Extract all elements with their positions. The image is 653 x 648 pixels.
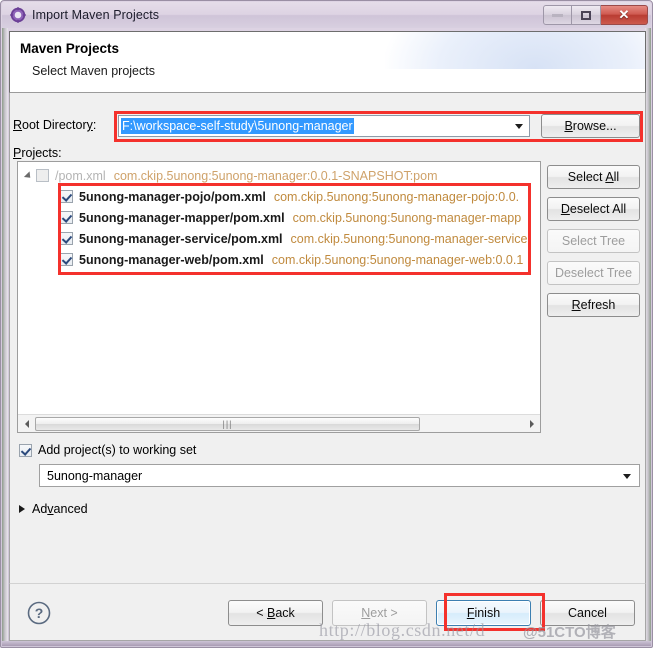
working-set-checkbox-row[interactable]: Add project(s) to working set: [19, 443, 196, 457]
tree-action-buttons: Select All Deselect All Select Tree Dese…: [547, 165, 640, 325]
cancel-button-label: Cancel: [568, 606, 607, 620]
projects-label: Projects:: [13, 146, 62, 160]
project-coordinates: com.ckip.5unong:5unong-manager-web:0.0.1: [271, 252, 524, 267]
close-icon: ✕: [618, 7, 630, 22]
root-directory-label: Root Directory:: [13, 118, 97, 132]
row-checkbox[interactable]: [60, 190, 73, 203]
table-row[interactable]: 5unong-manager-service/pom.xml com.ckip.…: [18, 228, 540, 249]
project-name: 5unong-manager-web/pom.xml: [79, 252, 264, 267]
project-coordinates: com.ckip.5unong:5unong-manager-pojo:0.0.: [273, 189, 520, 204]
scrollbar-grip: |||: [222, 418, 233, 429]
table-row[interactable]: 5unong-manager-pojo/pom.xml com.ckip.5un…: [18, 186, 540, 207]
dialog-button-bar: ? < Back Next > Finish Cancel: [9, 583, 646, 641]
working-set-value: 5unong-manager: [47, 468, 143, 483]
deselect-all-button[interactable]: Deselect All: [547, 197, 640, 221]
select-tree-label: Select Tree: [561, 234, 626, 248]
finish-button[interactable]: Finish: [436, 600, 531, 626]
restore-icon: [581, 10, 591, 20]
project-name: 5unong-manager-service/pom.xml: [79, 231, 283, 246]
deselect-all-label: Deselect All: [560, 202, 627, 216]
select-tree-button: Select Tree: [547, 229, 640, 253]
working-set-checkbox[interactable]: [19, 443, 32, 457]
chevron-down-icon[interactable]: [515, 124, 523, 129]
window-frame-bottom: [2, 641, 651, 646]
minimize-icon: [552, 13, 563, 17]
projects-tree[interactable]: /pom.xml com.ckip.5unong:5unong-manager:…: [17, 161, 541, 433]
scroll-right-icon[interactable]: [523, 416, 540, 432]
table-row[interactable]: 5unong-manager-web/pom.xml com.ckip.5uno…: [18, 249, 540, 270]
root-directory-value: F:\workspace-self-study\5unong-manager: [121, 118, 354, 134]
project-coordinates: com.ckip.5unong:5unong-manager:0.0.1-SNA…: [113, 168, 438, 183]
advanced-label: Advanced: [32, 502, 88, 516]
project-coordinates: com.ckip.5unong:5unong-manager-mapp: [292, 210, 522, 225]
advanced-expander[interactable]: Advanced: [19, 502, 88, 516]
next-button-label: Next >: [361, 606, 398, 620]
project-name: 5unong-manager-mapper/pom.xml: [79, 210, 285, 225]
expander-icon[interactable]: [23, 170, 34, 181]
deselect-tree-label: Deselect Tree: [554, 266, 633, 280]
page-subtitle: Select Maven projects: [32, 64, 155, 78]
refresh-button[interactable]: Refresh: [547, 293, 640, 317]
header-glow: [385, 32, 645, 69]
refresh-label: Refresh: [571, 298, 616, 312]
title-bar: Import Maven Projects ✕: [2, 2, 651, 28]
wizard-buttons: < Back Next > Finish Cancel: [228, 600, 635, 626]
select-all-button[interactable]: Select All: [547, 165, 640, 189]
back-button[interactable]: < Back: [228, 600, 323, 626]
scrollbar-thumb[interactable]: |||: [35, 416, 420, 431]
chevron-right-icon: [19, 505, 25, 513]
browse-button-label: Browse...: [564, 119, 617, 133]
chevron-down-icon[interactable]: [623, 474, 631, 479]
root-directory-combo[interactable]: F:\workspace-self-study\5unong-manager: [118, 115, 530, 137]
row-checkbox[interactable]: [36, 169, 49, 182]
project-coordinates: com.ckip.5unong:5unong-manager-service: [290, 231, 528, 246]
project-name: /pom.xml: [55, 168, 106, 183]
maximize-button[interactable]: [572, 5, 601, 25]
page-title: Maven Projects: [20, 41, 120, 56]
finish-button-label: Finish: [466, 606, 501, 620]
help-icon[interactable]: ?: [26, 600, 52, 626]
browse-button[interactable]: Browse...: [541, 114, 640, 138]
row-checkbox[interactable]: [60, 211, 73, 224]
minimize-button[interactable]: [543, 5, 572, 25]
working-set-combo[interactable]: 5unong-manager: [39, 464, 640, 487]
scroll-left-icon[interactable]: [18, 416, 35, 432]
row-checkbox[interactable]: [60, 253, 73, 266]
table-row[interactable]: 5unong-manager-mapper/pom.xml com.ckip.5…: [18, 207, 540, 228]
select-all-label: Select All: [567, 170, 620, 184]
window-title: Import Maven Projects: [32, 8, 160, 22]
import-maven-projects-dialog: Import Maven Projects ✕ Maven Projects S…: [0, 0, 653, 648]
table-row[interactable]: /pom.xml com.ckip.5unong:5unong-manager:…: [18, 162, 540, 186]
finish-button-wrapper: Finish: [436, 600, 531, 626]
row-checkbox[interactable]: [60, 232, 73, 245]
svg-text:?: ?: [35, 605, 44, 621]
window-frame-left: [2, 28, 8, 644]
horizontal-scrollbar[interactable]: |||: [18, 414, 540, 432]
next-button: Next >: [332, 600, 427, 626]
close-button[interactable]: ✕: [601, 5, 648, 25]
dialog-header: Maven Projects Select Maven projects: [9, 31, 646, 93]
cancel-button[interactable]: Cancel: [540, 600, 635, 626]
deselect-tree-button: Deselect Tree: [547, 261, 640, 285]
maven-gear-icon: [10, 7, 26, 23]
working-set-checkbox-label: Add project(s) to working set: [38, 443, 197, 457]
project-name: 5unong-manager-pojo/pom.xml: [79, 189, 266, 204]
back-button-label: < Back: [256, 606, 295, 620]
